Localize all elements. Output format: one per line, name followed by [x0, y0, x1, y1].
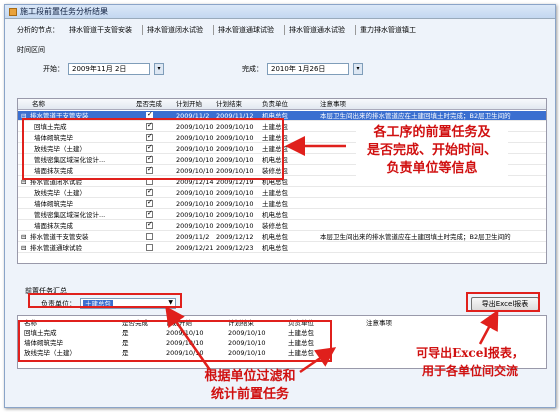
- callout-top-line: 负责单位等信息: [386, 161, 478, 176]
- callout-br-line: 用于各单位间交流: [421, 364, 518, 378]
- callout-top-line: 各工序的前置任务及: [373, 125, 491, 140]
- arrow-to-filter: [165, 305, 212, 371]
- arrow-to-export: [478, 309, 499, 345]
- callout-bl-line: 统计前置任务: [210, 387, 289, 402]
- callout-top: 各工序的前置任务及 是否完成、开始时间、 负责单位等信息: [356, 124, 508, 178]
- callout-bottom-left: 根据单位过滤和 统计前置任务: [180, 368, 320, 404]
- callout-bottom-right: 可导出Excel报表， 用于各单位间交流: [386, 344, 554, 380]
- callout-br-line: 可导出Excel报表，: [416, 346, 524, 360]
- callout-top-line: 是否完成、开始时间、: [366, 143, 497, 158]
- callout-bl-line: 根据单位过滤和: [204, 369, 296, 384]
